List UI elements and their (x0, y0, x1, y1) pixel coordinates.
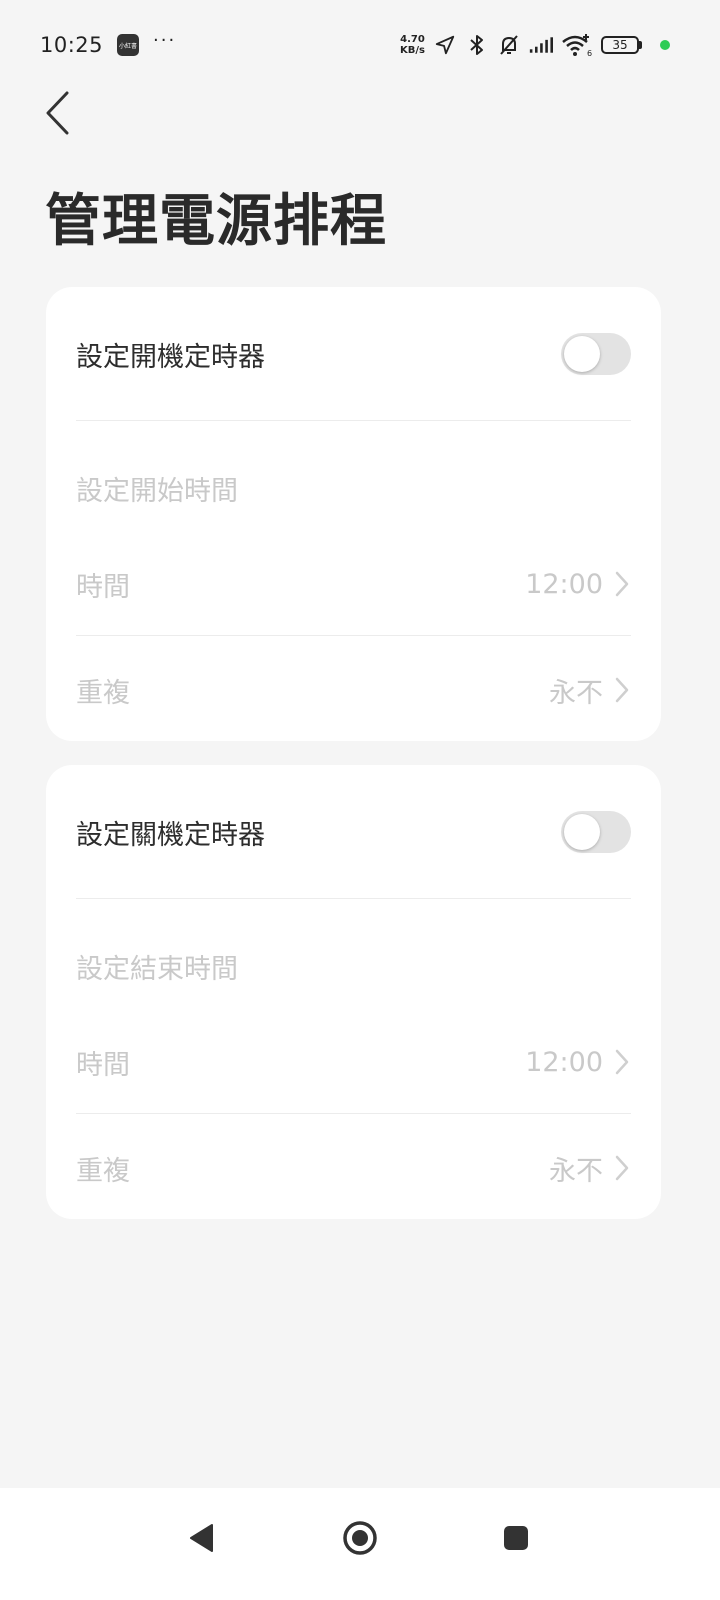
bluetooth-icon (465, 33, 489, 57)
app-notification-icon: 小紅書 (117, 34, 140, 56)
svg-text:6: 6 (587, 49, 592, 57)
power-off-repeat-right: 永不 (549, 1149, 631, 1188)
nav-home-button[interactable] (330, 1508, 390, 1568)
divider (76, 898, 631, 899)
power-off-repeat-row[interactable]: 重複 永不 (46, 1133, 661, 1203)
power-off-time-label: 時間 (76, 1049, 130, 1081)
power-on-time-row[interactable]: 時間 12:00 (46, 549, 661, 619)
power-off-toggle-switch[interactable] (561, 811, 631, 853)
divider (76, 635, 631, 636)
back-button[interactable] (34, 86, 82, 140)
power-off-card: 設定關機定時器 設定結束時間 時間 12:00 重複 永不 (46, 765, 661, 1219)
home-circle-icon (343, 1521, 377, 1555)
battery-level: 35 (601, 36, 639, 54)
divider (76, 1113, 631, 1114)
signal-bars-icon (529, 33, 553, 57)
power-on-section-label: 設定開始時間 (76, 476, 238, 507)
power-on-toggle-row[interactable]: 設定開機定時器 (46, 287, 661, 421)
power-on-repeat-right: 永不 (549, 671, 631, 710)
power-on-repeat-value: 永不 (549, 677, 603, 709)
navigation-bar (0, 1488, 720, 1600)
power-on-time-label: 時間 (76, 571, 130, 603)
chevron-left-icon (46, 91, 69, 135)
chevron-right-icon (613, 1154, 631, 1182)
toggle-knob (564, 814, 600, 850)
network-speed: 4.70 KB/s (400, 34, 425, 56)
power-off-time-right: 12:00 (525, 1047, 631, 1078)
nav-recent-button[interactable] (486, 1508, 546, 1568)
power-on-time-right: 12:00 (525, 569, 631, 600)
power-off-toggle-row[interactable]: 設定關機定時器 (46, 765, 661, 899)
battery-tip (639, 41, 642, 49)
privacy-indicator-dot (660, 40, 670, 50)
power-on-toggle-switch[interactable] (561, 333, 631, 375)
power-on-time-value: 12:00 (525, 568, 603, 600)
bell-muted-icon (497, 33, 521, 57)
power-off-toggle-label: 設定關機定時器 (76, 819, 265, 851)
back-triangle-icon (190, 1524, 213, 1552)
status-bar: 10:25 小紅書 ··· 4.70 KB/s 6 35 (0, 0, 720, 90)
divider (76, 420, 631, 421)
power-on-repeat-label: 重複 (76, 677, 130, 709)
power-off-time-row[interactable]: 時間 12:00 (46, 1027, 661, 1097)
toggle-knob (564, 336, 600, 372)
chevron-right-icon (613, 676, 631, 704)
battery-icon: 35 (601, 36, 642, 54)
power-off-time-value: 12:00 (525, 1046, 603, 1078)
status-time: 10:25 (40, 33, 104, 57)
status-left: 10:25 小紅書 ··· (40, 30, 177, 58)
recent-square-icon (504, 1526, 528, 1550)
power-off-repeat-label: 重複 (76, 1155, 130, 1187)
nav-back-button[interactable] (172, 1508, 232, 1568)
location-arrow-icon (433, 33, 457, 57)
power-on-repeat-row[interactable]: 重複 永不 (46, 655, 661, 725)
chevron-right-icon (613, 1048, 631, 1076)
power-on-toggle-label: 設定開機定時器 (76, 341, 265, 373)
more-notifications-icon: ··· (153, 30, 177, 51)
power-off-section-label: 設定結束時間 (76, 954, 238, 985)
status-right: 4.70 KB/s 6 35 (400, 33, 670, 57)
page-title: 管理電源排程 (45, 189, 387, 254)
power-off-repeat-value: 永不 (549, 1155, 603, 1187)
wifi-6-icon: 6 (561, 33, 593, 57)
network-speed-value: 4.70 (400, 34, 425, 45)
chevron-right-icon (613, 570, 631, 598)
power-on-card: 設定開機定時器 設定開始時間 時間 12:00 重複 永不 (46, 287, 661, 741)
network-speed-unit: KB/s (400, 45, 425, 56)
